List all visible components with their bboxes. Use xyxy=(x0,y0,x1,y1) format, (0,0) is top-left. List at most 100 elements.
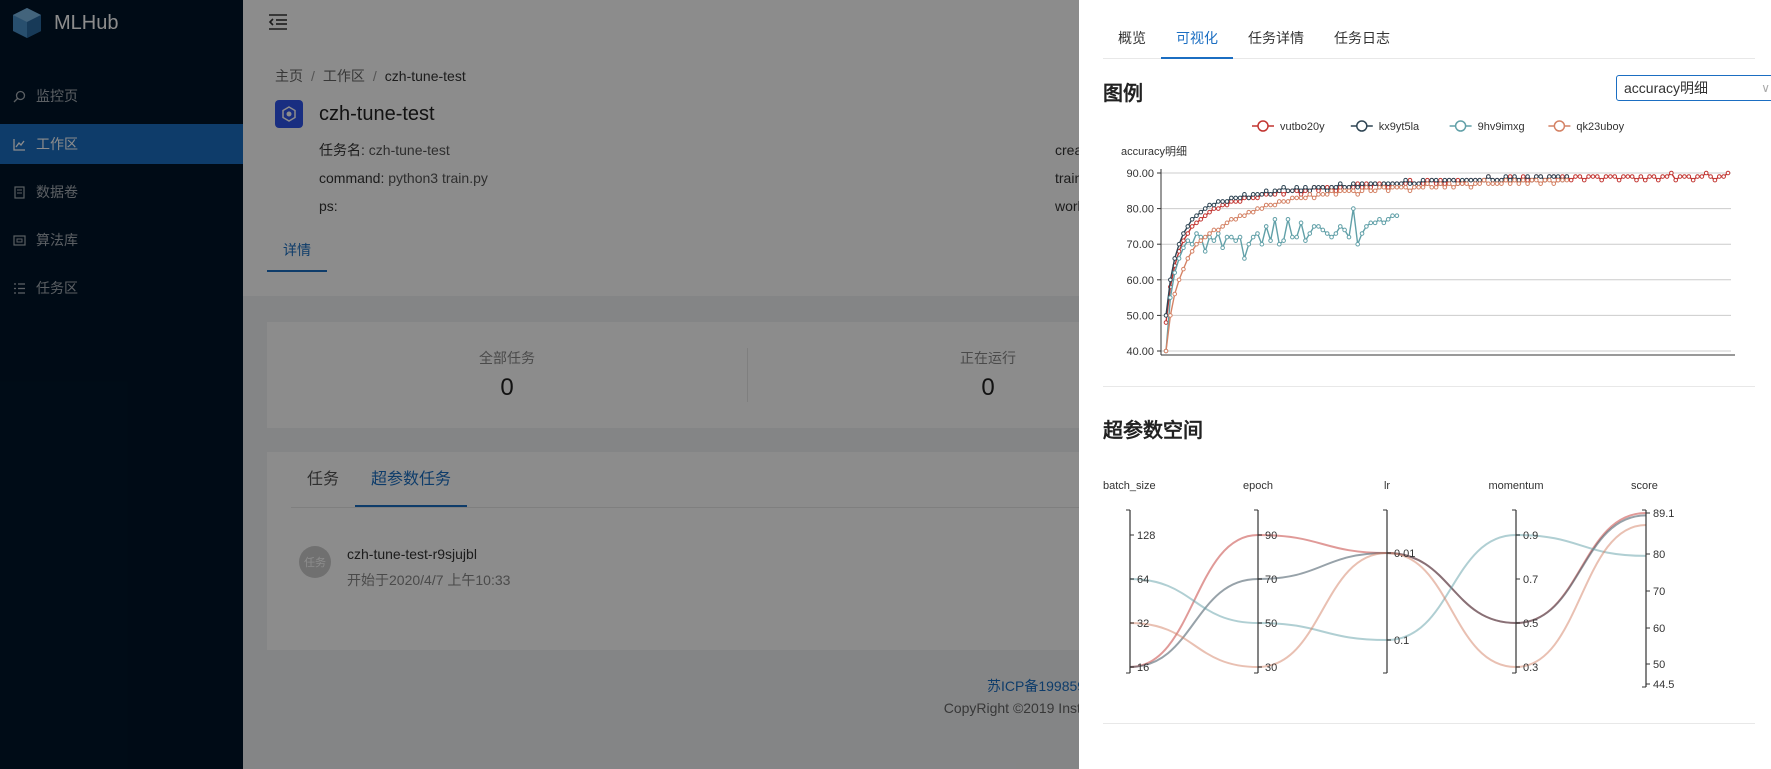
axis-tick-label: 30 xyxy=(1265,662,1277,674)
parallel-axis-momentum[interactable]: momentum 0.9 0.7 0.5 0.3 xyxy=(1488,480,1543,674)
data-point xyxy=(1189,224,1195,229)
data-point xyxy=(1342,184,1347,190)
parallel-axis-lr[interactable]: lr 0.01 0.1 xyxy=(1383,480,1415,674)
data-point xyxy=(1207,234,1212,240)
data-point xyxy=(1464,181,1469,186)
data-point xyxy=(1298,220,1304,226)
data-point xyxy=(1272,188,1278,194)
data-point xyxy=(1333,184,1339,190)
data-point xyxy=(1229,216,1234,222)
parallel-axis-epoch[interactable]: epoch 90 70 50 30 xyxy=(1243,480,1277,674)
data-point xyxy=(1242,192,1247,197)
data-point xyxy=(1359,231,1365,236)
legend-item[interactable]: 9hv9imxg xyxy=(1449,120,1525,133)
data-point xyxy=(1202,206,1208,211)
data-point xyxy=(1281,184,1286,190)
data-point xyxy=(1229,199,1234,204)
data-point xyxy=(1185,231,1191,236)
data-point xyxy=(1194,241,1199,247)
data-point xyxy=(1459,181,1465,186)
data-point xyxy=(1481,177,1487,183)
data-point xyxy=(1290,188,1295,194)
data-point xyxy=(1268,238,1273,243)
data-point xyxy=(1307,231,1313,236)
axis-tick-label: 50 xyxy=(1653,659,1665,671)
data-point xyxy=(1547,177,1552,183)
data-point xyxy=(1621,174,1626,179)
legend-item[interactable]: qk23uboy xyxy=(1548,120,1625,133)
parallel-axis-batch_size[interactable]: batch_size 128 64 32 16 xyxy=(1103,480,1156,674)
data-point xyxy=(1429,177,1435,183)
legend-item[interactable]: vutbo20y xyxy=(1252,120,1325,133)
data-point xyxy=(1215,199,1221,204)
axis-tick-label: 32 xyxy=(1137,618,1149,630)
metric-select[interactable]: accuracy明细 ∨ xyxy=(1616,75,1771,101)
axis-tick-label: 44.5 xyxy=(1653,679,1674,691)
tab-overview[interactable]: 概览 xyxy=(1103,0,1161,59)
data-point xyxy=(1272,202,1278,208)
data-point xyxy=(1207,202,1212,208)
data-point xyxy=(1276,199,1282,204)
data-point xyxy=(1211,202,1217,208)
data-point xyxy=(1337,181,1343,186)
y-tick-label: 60.00 xyxy=(1126,275,1154,287)
data-point xyxy=(1551,181,1557,186)
data-point xyxy=(1468,184,1474,190)
axis-tick-label: 0.1 xyxy=(1394,635,1409,647)
data-point xyxy=(1316,188,1321,194)
data-point xyxy=(1163,348,1169,354)
data-point xyxy=(1329,234,1334,240)
data-point xyxy=(1168,295,1173,300)
axis-tick-label: 0.7 xyxy=(1523,574,1538,586)
data-point xyxy=(1520,174,1526,179)
data-point xyxy=(1172,270,1178,275)
data-point xyxy=(1242,256,1247,261)
data-point xyxy=(1342,188,1347,194)
legend-item[interactable]: kx9yt5la xyxy=(1350,120,1420,133)
tab-task-log[interactable]: 任务日志 xyxy=(1319,0,1405,59)
data-point xyxy=(1468,177,1474,183)
axis-name: score xyxy=(1631,480,1658,492)
data-point xyxy=(1560,177,1565,183)
legend-label: qk23uboy xyxy=(1576,121,1624,133)
data-point xyxy=(1390,184,1395,190)
data-point xyxy=(1320,227,1326,233)
data-point xyxy=(1355,192,1360,197)
data-point xyxy=(1359,181,1365,186)
tab-visualization[interactable]: 可视化 xyxy=(1161,0,1233,59)
data-point xyxy=(1486,181,1491,186)
tab-task-details[interactable]: 任务详情 xyxy=(1233,0,1319,59)
data-point xyxy=(1333,188,1339,194)
data-point xyxy=(1394,184,1400,190)
axis-name: batch_size xyxy=(1103,480,1156,492)
data-point xyxy=(1372,188,1378,194)
data-point xyxy=(1246,195,1252,201)
data-point xyxy=(1268,202,1273,208)
data-point xyxy=(1185,224,1191,229)
data-point xyxy=(1577,174,1583,179)
hyperparam-title: 超参数空间 xyxy=(1103,420,1203,442)
data-point xyxy=(1316,224,1321,229)
data-point xyxy=(1420,177,1426,183)
data-point xyxy=(1211,227,1217,233)
data-point xyxy=(1503,174,1509,179)
data-point xyxy=(1224,234,1230,240)
data-point xyxy=(1503,177,1509,183)
data-point xyxy=(1207,231,1212,236)
data-point xyxy=(1181,245,1186,251)
parallel-axis-score[interactable]: score 89.1 80 70 60 50 44.5 xyxy=(1631,480,1674,691)
data-point xyxy=(1642,177,1648,183)
data-point xyxy=(1181,231,1186,236)
data-point xyxy=(1381,184,1387,190)
data-point xyxy=(1525,174,1530,179)
data-point xyxy=(1215,206,1221,211)
data-point xyxy=(1194,231,1199,236)
data-point xyxy=(1290,234,1295,240)
data-point xyxy=(1307,188,1313,194)
data-point xyxy=(1263,188,1269,194)
data-point xyxy=(1407,181,1413,186)
data-point xyxy=(1677,174,1683,179)
data-point xyxy=(1586,174,1591,179)
data-point xyxy=(1237,195,1243,201)
data-point xyxy=(1311,224,1317,229)
